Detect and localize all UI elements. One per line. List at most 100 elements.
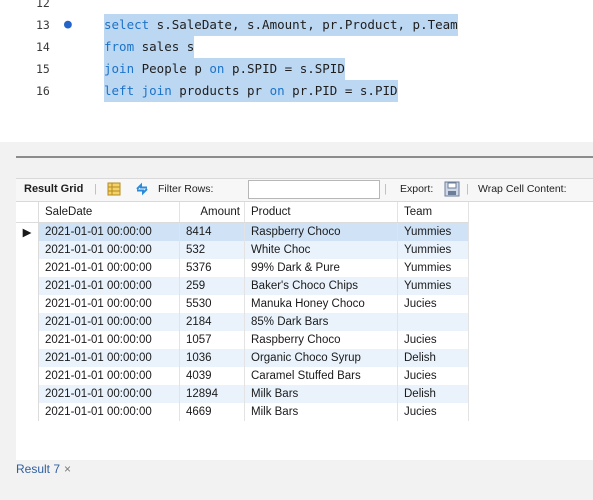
- product-cell[interactable]: Manuka Honey Choco: [244, 295, 398, 313]
- table-row[interactable]: 2021-01-01 00:00:00 532 White Choc Yummies: [16, 241, 469, 259]
- row-marker[interactable]: [16, 403, 39, 421]
- row-marker[interactable]: [16, 295, 39, 313]
- team-cell[interactable]: Jucies: [397, 331, 469, 349]
- sql-editor[interactable]: 12 13 ● select s.SaleDate, s.Amount, pr.Pro…: [0, 0, 593, 142]
- close-icon[interactable]: ×: [64, 462, 71, 476]
- team-cell[interactable]: Yummies: [397, 241, 469, 259]
- product-cell[interactable]: Milk Bars: [244, 385, 398, 403]
- amount-cell[interactable]: 1057: [179, 331, 245, 349]
- amount-cell[interactable]: 4039: [179, 367, 245, 385]
- saledate-cell[interactable]: 2021-01-01 00:00:00: [38, 385, 180, 403]
- code-line[interactable]: 12: [0, 0, 593, 14]
- row-marker[interactable]: [16, 313, 39, 331]
- row-marker[interactable]: [16, 259, 39, 277]
- team-cell[interactable]: Jucies: [397, 295, 469, 313]
- saledate-cell[interactable]: 2021-01-01 00:00:00: [38, 313, 180, 331]
- team-cell[interactable]: Delish: [397, 385, 469, 403]
- saledate-cell[interactable]: 2021-01-01 00:00:00: [38, 222, 180, 241]
- export-icon[interactable]: [444, 181, 460, 197]
- product-cell[interactable]: Raspberry Choco: [244, 222, 398, 241]
- amount-cell[interactable]: 259: [179, 277, 245, 295]
- result-grid-label[interactable]: Result Grid: [24, 183, 83, 195]
- saledate-cell[interactable]: 2021-01-01 00:00:00: [38, 403, 180, 421]
- column-header-team[interactable]: Team: [397, 202, 469, 223]
- amount-cell[interactable]: 2184: [179, 313, 245, 331]
- team-cell[interactable]: Jucies: [397, 403, 469, 421]
- saledate-cell[interactable]: 2021-01-01 00:00:00: [38, 367, 180, 385]
- line-number: 16: [36, 84, 50, 98]
- row-marker[interactable]: ▶: [16, 222, 39, 241]
- table-row[interactable]: 2021-01-01 00:00:00 12894 Milk Bars Delish: [16, 385, 469, 403]
- code-text: join People p on p.SPID = s.SPID: [104, 58, 345, 80]
- product-cell[interactable]: White Choc: [244, 241, 398, 259]
- saledate-cell[interactable]: 2021-01-01 00:00:00: [38, 349, 180, 367]
- amount-cell[interactable]: 5376: [179, 259, 245, 277]
- row-marker[interactable]: [16, 367, 39, 385]
- sql-text: p.SPID = s.SPID: [224, 61, 345, 76]
- row-marker-header: [16, 202, 39, 223]
- table-row[interactable]: 2021-01-01 00:00:00 4039 Caramel Stuffed B…: [16, 367, 469, 385]
- table-row[interactable]: 2021-01-01 00:00:00 5376 99% Dark & Pure Yu…: [16, 259, 469, 277]
- code-line[interactable]: 13 ● select s.SaleDate, s.Amount, pr.Produ…: [0, 14, 593, 36]
- team-cell[interactable]: Yummies: [397, 277, 469, 295]
- saledate-cell[interactable]: 2021-01-01 00:00:00: [38, 277, 180, 295]
- product-cell[interactable]: Organic Choco Syrup: [244, 349, 398, 367]
- table-row[interactable]: 2021-01-01 00:00:00 259 Baker's Choco Chip…: [16, 277, 469, 295]
- result-tab[interactable]: Result 7 ×: [16, 462, 71, 480]
- table-row[interactable]: 2021-01-01 00:00:00 5530 Manuka Honey Choc…: [16, 295, 469, 313]
- row-marker[interactable]: [16, 349, 39, 367]
- amount-cell[interactable]: 1036: [179, 349, 245, 367]
- saledate-cell[interactable]: 2021-01-01 00:00:00: [38, 241, 180, 259]
- team-cell[interactable]: Yummies: [397, 259, 469, 277]
- column-header-saledate[interactable]: SaleDate: [38, 202, 180, 223]
- product-cell[interactable]: Milk Bars: [244, 403, 398, 421]
- pane-splitter[interactable]: [0, 142, 593, 178]
- team-cell[interactable]: [397, 313, 469, 331]
- team-cell[interactable]: Yummies: [397, 222, 469, 241]
- product-cell[interactable]: 99% Dark & Pure: [244, 259, 398, 277]
- column-header-product[interactable]: Product: [244, 202, 398, 223]
- grid-view-icon[interactable]: [107, 182, 121, 196]
- wrap-cell-label: Wrap Cell Content:: [478, 183, 567, 195]
- team-cell[interactable]: Jucies: [397, 367, 469, 385]
- team-cell[interactable]: Delish: [397, 349, 469, 367]
- row-marker[interactable]: [16, 385, 39, 403]
- product-cell[interactable]: Baker's Choco Chips: [244, 277, 398, 295]
- amount-cell[interactable]: 4669: [179, 403, 245, 421]
- line-number: 12: [36, 0, 50, 10]
- code-line[interactable]: 15 join People p on p.SPID = s.SPID: [0, 58, 593, 80]
- row-marker[interactable]: [16, 331, 39, 349]
- sql-keyword: join: [104, 61, 135, 76]
- result-grid: SaleDate Amount Product Team ▶ 2021-01-01…: [16, 202, 593, 460]
- toolbar-separator: |: [384, 183, 387, 195]
- amount-cell[interactable]: 532: [179, 241, 245, 259]
- saledate-cell[interactable]: 2021-01-01 00:00:00: [38, 259, 180, 277]
- table-row[interactable]: 2021-01-01 00:00:00 2184 85% Dark Bars: [16, 313, 469, 331]
- code-text: from sales s: [104, 36, 195, 58]
- amount-cell[interactable]: 8414: [179, 222, 245, 241]
- line-number: 13: [36, 18, 50, 32]
- amount-cell[interactable]: 12894: [179, 385, 245, 403]
- sql-text: s.SaleDate, s.Amount, pr.Product, p.Team: [149, 17, 458, 32]
- product-cell[interactable]: Raspberry Choco: [244, 331, 398, 349]
- row-marker[interactable]: [16, 241, 39, 259]
- table-row[interactable]: 2021-01-01 00:00:00 1036 Organic Choco Syr…: [16, 349, 469, 367]
- saledate-cell[interactable]: 2021-01-01 00:00:00: [38, 295, 180, 313]
- table-row[interactable]: 2021-01-01 00:00:00 4669 Milk Bars Jucies: [16, 403, 469, 421]
- amount-cell[interactable]: 5530: [179, 295, 245, 313]
- product-cell[interactable]: Caramel Stuffed Bars: [244, 367, 398, 385]
- filter-rows-input[interactable]: [248, 180, 380, 199]
- product-cell[interactable]: 85% Dark Bars: [244, 313, 398, 331]
- saledate-cell[interactable]: 2021-01-01 00:00:00: [38, 331, 180, 349]
- code-line[interactable]: 16 left join products pr on pr.PID = s.PI…: [0, 80, 593, 102]
- line-number: 15: [36, 62, 50, 76]
- code-line[interactable]: 14 from sales s: [0, 36, 593, 58]
- toolbar-separator: |: [466, 183, 469, 195]
- table-row[interactable]: 2021-01-01 00:00:00 1057 Raspberry Choco Ju…: [16, 331, 469, 349]
- row-marker[interactable]: [16, 277, 39, 295]
- sql-keyword: from: [104, 39, 135, 54]
- table-row[interactable]: ▶ 2021-01-01 00:00:00 8414 Raspberry Choco Y…: [16, 222, 469, 241]
- result-tabs-bar: [0, 460, 593, 500]
- refresh-icon[interactable]: [134, 182, 150, 196]
- column-header-amount[interactable]: Amount: [179, 202, 245, 223]
